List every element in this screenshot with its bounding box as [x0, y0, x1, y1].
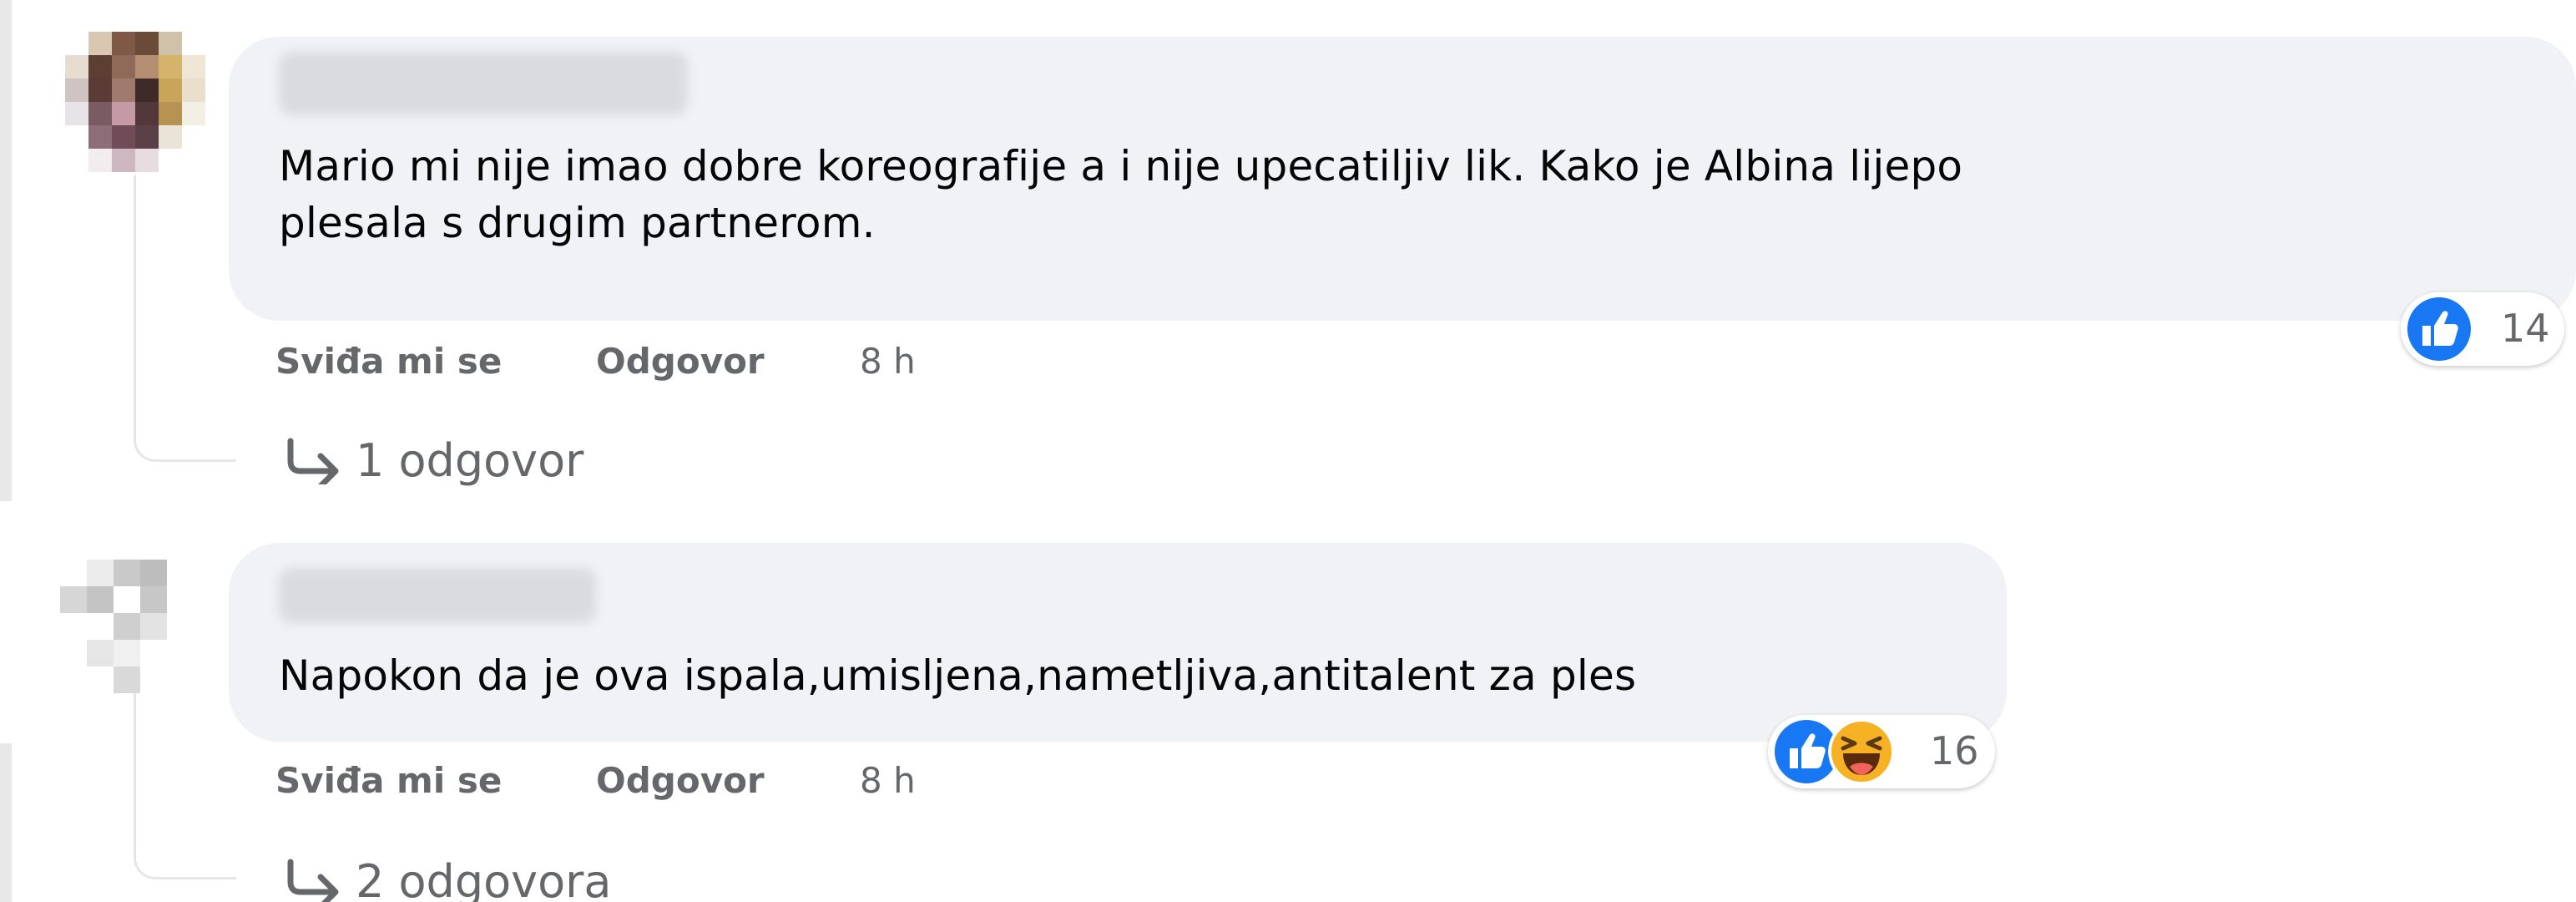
- haha-icon: [1828, 718, 1895, 785]
- avatar[interactable]: [60, 560, 194, 693]
- like-button[interactable]: Sviđa mi se: [275, 341, 502, 382]
- reaction-count: 16: [1930, 728, 1979, 773]
- reply-button[interactable]: Odgovor: [596, 760, 765, 801]
- timestamp[interactable]: 8 h: [860, 760, 916, 801]
- comment-text: Mario mi nije imao dobre koreografije a …: [279, 142, 1963, 247]
- view-replies-link[interactable]: 2 odgovora: [284, 855, 611, 902]
- left-edge-divider: [0, 0, 12, 501]
- avatar[interactable]: [65, 32, 205, 172]
- reply-arrow-icon: [287, 438, 339, 484]
- reply-button[interactable]: Odgovor: [596, 341, 765, 382]
- timestamp[interactable]: 8 h: [860, 341, 916, 382]
- thread-connector: [134, 685, 236, 879]
- author-name-redacted[interactable]: [279, 52, 688, 115]
- replies-count-label[interactable]: 1 odgovor: [356, 434, 583, 487]
- like-icon: [2407, 297, 2471, 361]
- author-name-redacted[interactable]: [279, 568, 596, 623]
- reaction-summary[interactable]: 14: [2401, 292, 2564, 366]
- comment-text: Napokon da je ova ispala,umisljena,namet…: [279, 651, 1637, 700]
- thread-connector: [134, 175, 236, 462]
- reaction-summary[interactable]: 16: [1768, 715, 1995, 788]
- reaction-count: 14: [2501, 306, 2550, 351]
- comment-thread: Mario mi nije imao dobre koreografije a …: [0, 0, 2576, 902]
- like-button[interactable]: Sviđa mi se: [275, 760, 502, 801]
- view-replies-link[interactable]: 1 odgovor: [284, 434, 583, 487]
- left-edge-divider: [0, 743, 12, 902]
- replies-count-label[interactable]: 2 odgovora: [356, 855, 611, 902]
- reply-arrow-icon: [287, 859, 339, 902]
